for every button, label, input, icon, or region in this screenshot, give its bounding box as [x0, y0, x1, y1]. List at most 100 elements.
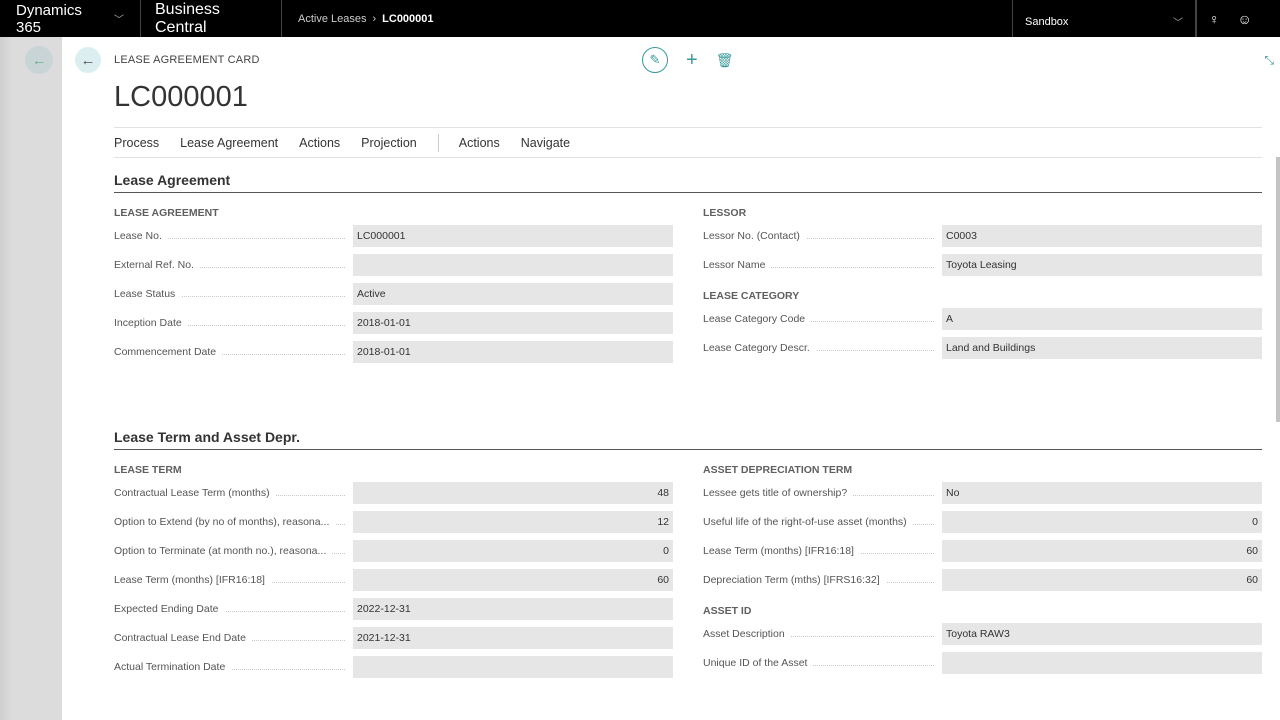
field-label-text: Depreciation Term (mths) [IFRS16:32] [703, 574, 886, 586]
field-row: Lease Category Descr. Land and Buildings [703, 337, 1262, 359]
section-header-lease-agreement[interactable]: Lease Agreement [114, 172, 1262, 193]
top-bar: Dynamics 365 ﹀ Business Central Active Le… [0, 0, 1280, 37]
field-row: Inception Date 2018-01-01 [114, 312, 673, 334]
menu-actions[interactable]: Actions [299, 136, 340, 150]
delete-button[interactable]: 🗑 [716, 52, 734, 69]
field-label: Option to Extend (by no of months), reas… [114, 511, 353, 533]
field-lessor-no-contact[interactable]: C0003 [942, 225, 1262, 247]
field-expected-ending-date[interactable]: 2022-12-31 [353, 598, 673, 620]
field-label-text: Expected Ending Date [114, 603, 225, 615]
field-row: Commencement Date 2018-01-01 [114, 341, 673, 363]
group-title: LESSOR [703, 207, 747, 219]
field-label-text: Lease Status [114, 288, 182, 300]
breadcrumb: Active Leases › LC000001 [282, 0, 434, 37]
field-row: Lessor No. (Contact) C0003 [703, 225, 1262, 247]
field-label: Lease No. [114, 225, 353, 247]
collapse-icon[interactable]: ⤡ [1264, 53, 1274, 68]
chevron-down-icon: ﹀ [1173, 18, 1183, 29]
scrollbar[interactable] [1276, 157, 1280, 422]
menu-actions-2[interactable]: Actions [459, 136, 500, 150]
breadcrumb-active-leases[interactable]: Active Leases [298, 13, 366, 25]
field-label: External Ref. No. [114, 254, 353, 276]
page-title: LC000001 [114, 81, 248, 113]
field-depreciation-term-mths-ifrs16-32[interactable]: 60 [942, 569, 1262, 591]
field-label: Option to Terminate (at month no.), reas… [114, 540, 353, 562]
menu-projection[interactable]: Projection [361, 136, 417, 150]
field-lease-term-months-ifr16-18[interactable]: 60 [353, 569, 673, 591]
field-row: Useful life of the right-of-use asset (m… [703, 511, 1262, 533]
field-row: Contractual Lease Term (months) 48 [114, 482, 673, 504]
field-label-text: Commencement Date [114, 346, 223, 358]
field-unique-id-of-the-asset[interactable] [942, 652, 1262, 674]
menu-divider [437, 133, 439, 152]
smiley-feedback-icon[interactable]: ☺ [1238, 11, 1252, 27]
field-label-text: Lessee gets title of ownership? [703, 487, 854, 499]
field-label-text: Unique ID of the Asset [703, 657, 814, 669]
field-label-text: Lease Term (months) [IFR16:18] [703, 545, 860, 557]
group-title: ASSET DEPRECIATION TERM [703, 464, 853, 476]
app-launcher[interactable]: Dynamics 365 ﹀ [0, 0, 141, 37]
field-label-text: Option to Terminate (at month no.), reas… [114, 545, 333, 557]
field-external-ref-no[interactable] [353, 254, 673, 276]
plus-icon: + [686, 48, 698, 71]
field-label: Unique ID of the Asset [703, 652, 942, 674]
field-inception-date[interactable]: 2018-01-01 [353, 312, 673, 334]
field-commencement-date[interactable]: 2018-01-01 [353, 341, 673, 363]
field-label: Lease Term (months) [IFR16:18] [114, 569, 353, 591]
group-title: LEASE CATEGORY [703, 290, 800, 302]
field-label-text: Lessor No. (Contact) [703, 230, 806, 242]
page-caption: LEASE AGREEMENT CARD [114, 54, 260, 66]
field-label-text: Lease Category Descr. [703, 342, 816, 354]
field-lease-no[interactable]: LC000001 [353, 225, 673, 247]
edit-button[interactable]: ✎ [642, 47, 668, 73]
field-contractual-lease-term-months[interactable]: 48 [353, 482, 673, 504]
back-button[interactable]: ← [75, 47, 101, 73]
menu-navigate[interactable]: Navigate [521, 136, 570, 150]
field-label-text: Lease Category Code [703, 313, 812, 325]
field-row: Lessor Name Toyota Leasing [703, 254, 1262, 276]
environment-selector[interactable]: Sandbox ﹀ [1012, 0, 1196, 37]
menu-lease-agreement[interactable]: Lease Agreement [180, 136, 278, 150]
field-label-text: External Ref. No. [114, 259, 200, 271]
background-page [0, 37, 62, 720]
field-label: Lessor No. (Contact) [703, 225, 942, 247]
new-button[interactable]: + [686, 49, 698, 72]
field-row: Lease No. LC000001 [114, 225, 673, 247]
field-actual-termination-date[interactable] [353, 656, 673, 678]
field-label: Commencement Date [114, 341, 353, 363]
field-useful-life-of-the-right-of-use-asset-months[interactable]: 0 [942, 511, 1262, 533]
field-lessee-gets-title-of-ownership[interactable]: No [942, 482, 1262, 504]
field-label-text: Contractual Lease Term (months) [114, 487, 276, 499]
back-button-background[interactable]: ← [25, 46, 53, 74]
field-label: Contractual Lease End Date [114, 627, 353, 649]
field-label: Inception Date [114, 312, 353, 334]
field-row: Asset Description Toyota RAW3 [703, 623, 1262, 645]
field-option-to-terminate-at-month-no-reasona[interactable]: 0 [353, 540, 673, 562]
product-name[interactable]: Business Central [141, 0, 282, 37]
field-label: Useful life of the right-of-use asset (m… [703, 511, 942, 533]
field-row: Option to Terminate (at month no.), reas… [114, 540, 673, 562]
field-lease-category-code[interactable]: A [942, 308, 1262, 330]
field-label-text: Asset Description [703, 628, 791, 640]
field-label-text: Option to Extend (by no of months), reas… [114, 516, 336, 528]
field-row: Actual Termination Date [114, 656, 673, 678]
section-header-lease-term-and-asset-depr[interactable]: Lease Term and Asset Depr. [114, 429, 1262, 450]
field-lease-category-descr[interactable]: Land and Buildings [942, 337, 1262, 359]
action-menu: Process Lease Agreement Actions Projecti… [114, 127, 1262, 158]
menu-process[interactable]: Process [114, 136, 159, 150]
field-row: External Ref. No. [114, 254, 673, 276]
field-contractual-lease-end-date[interactable]: 2021-12-31 [353, 627, 673, 649]
field-lease-term-months-ifr16-18[interactable]: 60 [942, 540, 1262, 562]
field-lessor-name[interactable]: Toyota Leasing [942, 254, 1262, 276]
field-label-text: Lease No. [114, 230, 168, 242]
field-option-to-extend-by-no-of-months-reasona[interactable]: 12 [353, 511, 673, 533]
chevron-down-icon: ﹀ [114, 15, 124, 26]
field-asset-description[interactable]: Toyota RAW3 [942, 623, 1262, 645]
field-lease-status[interactable]: Active [353, 283, 673, 305]
field-row: Depreciation Term (mths) [IFRS16:32] 60 [703, 569, 1262, 591]
lightbulb-icon[interactable]: ♀ [1209, 11, 1220, 27]
group-title: LEASE AGREEMENT [114, 207, 219, 219]
pencil-icon: ✎ [649, 52, 661, 67]
group-title: ASSET ID [703, 605, 752, 617]
field-label: Lessee gets title of ownership? [703, 482, 942, 504]
